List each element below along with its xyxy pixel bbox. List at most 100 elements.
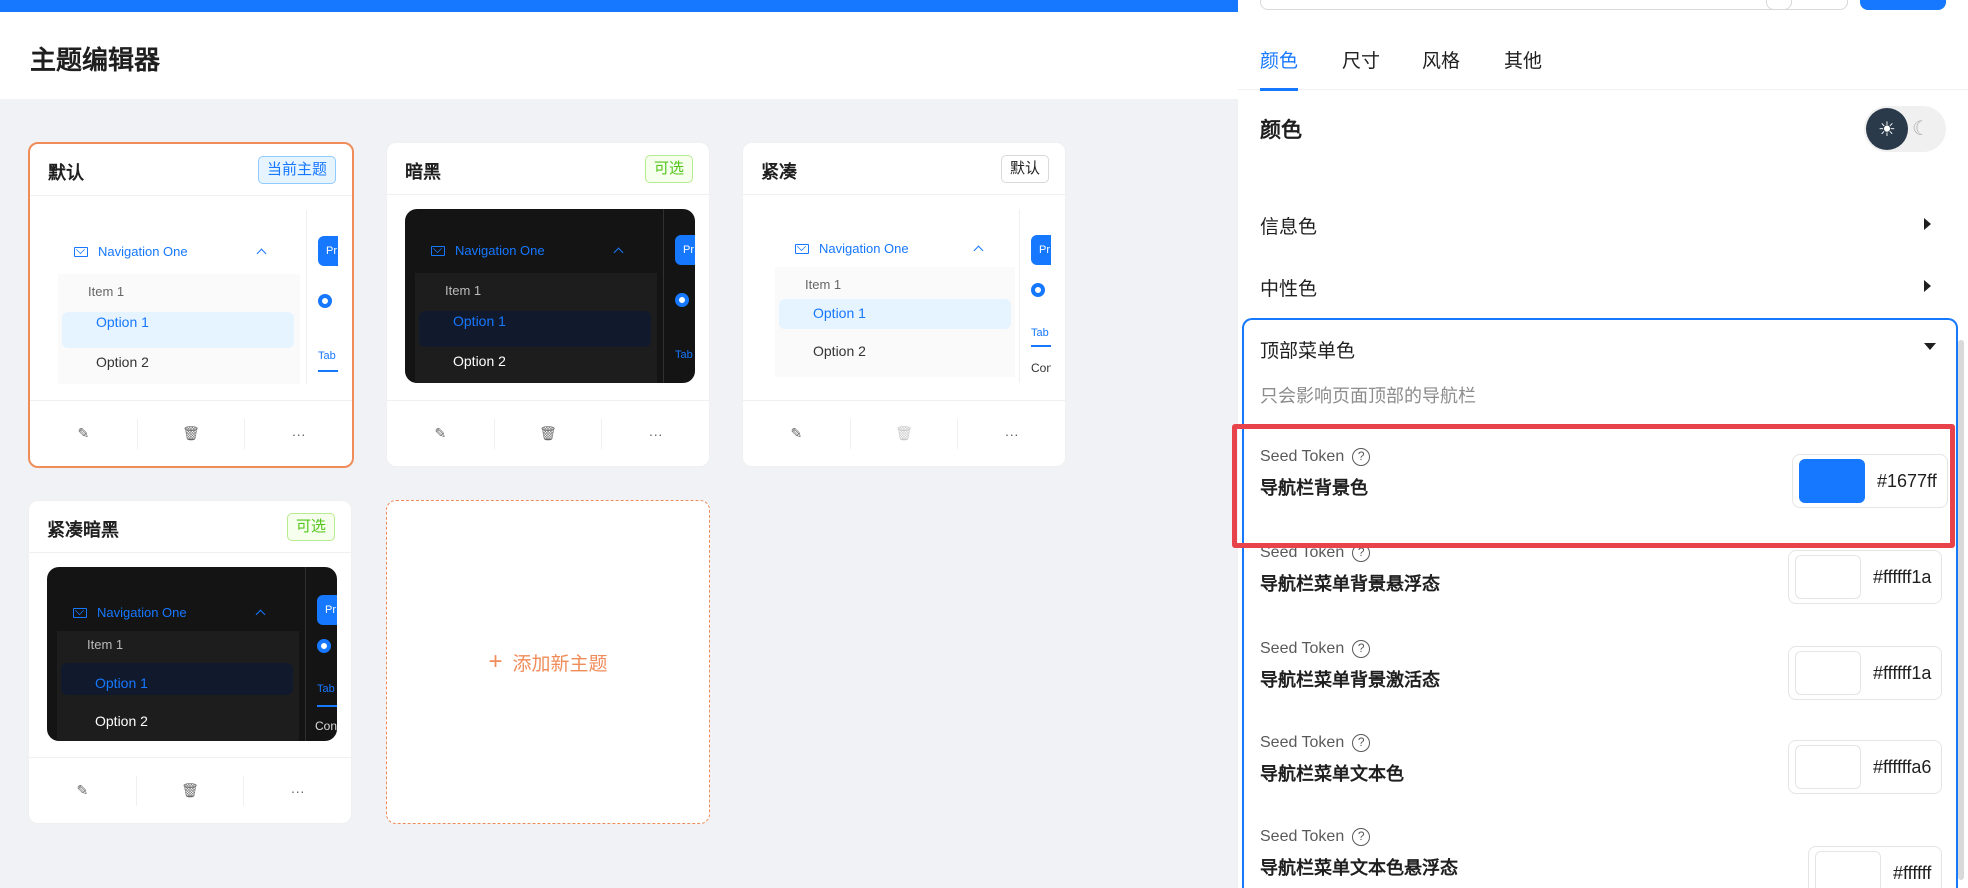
edit-button[interactable]: ✎: [387, 418, 495, 449]
color-picker[interactable]: #ffffffa6: [1788, 740, 1943, 794]
color-swatch[interactable]: [1795, 651, 1861, 695]
option-2: Option 2: [95, 713, 148, 729]
preview-button: Pr: [675, 235, 695, 265]
status-badge: 当前主题: [257, 156, 336, 184]
color-swatch[interactable]: [1795, 745, 1861, 789]
tab-style[interactable]: 风格: [1422, 46, 1460, 73]
search-input[interactable]: [1260, 0, 1792, 10]
delete-button[interactable]: 🗑: [495, 418, 603, 449]
caret-down-icon[interactable]: [1924, 343, 1936, 350]
question-icon[interactable]: ?: [1352, 640, 1371, 658]
ellipsis-icon: ···: [1004, 425, 1019, 442]
color-hex: #ffffffa6: [1873, 756, 1932, 777]
nav-text: Navigation One: [455, 243, 545, 258]
more-button[interactable]: ···: [958, 419, 1065, 449]
secondary-button[interactable]: [1766, 0, 1848, 10]
color-swatch[interactable]: [1815, 851, 1881, 888]
card-title: 默认: [48, 163, 84, 183]
preview-tab-ink: [317, 705, 337, 707]
color-swatch[interactable]: [1795, 555, 1861, 599]
color-picker[interactable]: #ffffff1a: [1788, 550, 1943, 604]
collapse-description: 只会影响页面顶部的导航栏: [1260, 386, 1476, 406]
theme-preview: Navigation One Item 1 Option 1 Option 2 …: [47, 567, 337, 741]
menu-nav-label: Navigation One: [795, 241, 909, 256]
add-theme-button[interactable]: + 添加新主题: [386, 500, 710, 824]
color-picker[interactable]: #ffffff: [1808, 846, 1943, 888]
ellipsis-icon: ···: [648, 425, 663, 442]
preview-button: Pr: [317, 595, 337, 625]
trash-icon: 🗑: [539, 425, 557, 441]
preview-content: Con: [1031, 361, 1051, 375]
mail-icon: [431, 245, 445, 256]
theme-mode-toggle[interactable]: ☀ ☾: [1864, 106, 1946, 152]
section-title: 颜色: [1260, 119, 1302, 142]
card-actions: ✎ 🗑 ···: [29, 757, 351, 823]
moon-icon[interactable]: ☾: [1912, 116, 1930, 141]
theme-card-default[interactable]: 默认 当前主题 Navigation One Item 1 Option 1 O…: [28, 142, 354, 468]
menu-nav-label: Navigation One: [74, 244, 188, 259]
more-button[interactable]: ···: [244, 776, 351, 806]
trash-icon: 🗑: [895, 425, 913, 441]
mail-icon: [74, 246, 88, 257]
sun-icon[interactable]: ☀: [1866, 108, 1908, 150]
collapse-info-color[interactable]: 信息色: [1260, 212, 1940, 239]
collapse-neutral-color[interactable]: 中性色: [1260, 274, 1940, 301]
status-badge: 可选: [644, 155, 693, 183]
plus-icon: +: [488, 648, 503, 675]
preview-tab: Tab: [675, 349, 693, 361]
delete-button[interactable]: 🗑: [851, 418, 959, 449]
page-title: 主题编辑器: [30, 45, 161, 75]
question-icon[interactable]: ?: [1352, 734, 1371, 752]
token-row: Seed Token? 导航栏菜单背景激活态 #ffffff1a: [1260, 640, 1943, 718]
color-picker[interactable]: #ffffff1a: [1788, 646, 1943, 700]
preview-divider: [306, 210, 307, 384]
option-1: Option 1: [813, 305, 866, 321]
delete-button[interactable]: 🗑: [137, 775, 245, 806]
theme-preview: Navigation One Item 1 Option 1 Option 2 …: [761, 209, 1051, 383]
tab-bar: 颜色 尺寸 风格 其他: [1238, 38, 1968, 91]
seed-token-label: Seed Token?: [1260, 640, 1371, 658]
edit-button[interactable]: ✎: [29, 775, 137, 806]
seed-token-label: Seed Token?: [1260, 734, 1371, 752]
option-1: Option 1: [96, 314, 149, 330]
color-hex: #ffffff1a: [1873, 566, 1932, 587]
nav-text: Navigation One: [98, 244, 188, 259]
scrollbar-thumb[interactable]: [1958, 340, 1964, 880]
theme-card-compact[interactable]: 紧凑 默认 Navigation One Item 1 Option 1 Opt…: [742, 142, 1066, 467]
primary-button[interactable]: [1860, 0, 1946, 10]
delete-button[interactable]: 🗑: [138, 418, 246, 449]
preview-content: Con: [315, 719, 337, 733]
tab-size[interactable]: 尺寸: [1342, 46, 1380, 73]
preview-tab: Tab: [317, 683, 335, 695]
status-badge: 可选: [286, 513, 335, 541]
add-theme-label: 添加新主题: [512, 653, 608, 675]
submenu-item: Item 1: [445, 283, 482, 298]
ellipsis-icon: ···: [290, 782, 305, 799]
trash-icon: 🗑: [181, 782, 199, 798]
tab-color[interactable]: 颜色: [1260, 46, 1298, 73]
collapse-label: 中性色: [1260, 279, 1318, 300]
preview-tab-ink: [1031, 345, 1051, 347]
preview-radio: [675, 293, 689, 307]
more-button[interactable]: ···: [245, 419, 352, 449]
menu-nav-label: Navigation One: [431, 243, 545, 258]
token-name: 导航栏菜单背景激活态: [1260, 670, 1440, 690]
collapse-title[interactable]: 顶部菜单色: [1260, 336, 1355, 363]
annotation-highlight-box: [1232, 424, 1955, 548]
caret-right-icon[interactable]: [1924, 280, 1931, 292]
card-header: 紧凑 默认: [743, 143, 1065, 195]
tab-other[interactable]: 其他: [1504, 46, 1542, 73]
theme-card-compact-dark[interactable]: 紧凑暗黑 可选 Navigation One Item 1 Option 1 O…: [28, 500, 352, 824]
edit-button[interactable]: ✎: [743, 418, 851, 449]
caret-right-icon[interactable]: [1924, 218, 1931, 230]
status-badge: 默认: [1000, 155, 1049, 183]
card-header: 紧凑暗黑 可选: [29, 501, 351, 553]
theme-card-dark[interactable]: 暗黑 可选 Navigation One Item 1 Option 1 Opt…: [386, 142, 710, 467]
question-icon[interactable]: ?: [1352, 828, 1371, 846]
edit-button[interactable]: ✎: [30, 418, 138, 449]
mail-icon: [73, 607, 87, 618]
card-actions: ✎ 🗑 ···: [30, 400, 352, 466]
submenu: Item 1: [58, 274, 300, 384]
more-button[interactable]: ···: [602, 419, 709, 449]
chevron-up-icon: [255, 609, 266, 620]
